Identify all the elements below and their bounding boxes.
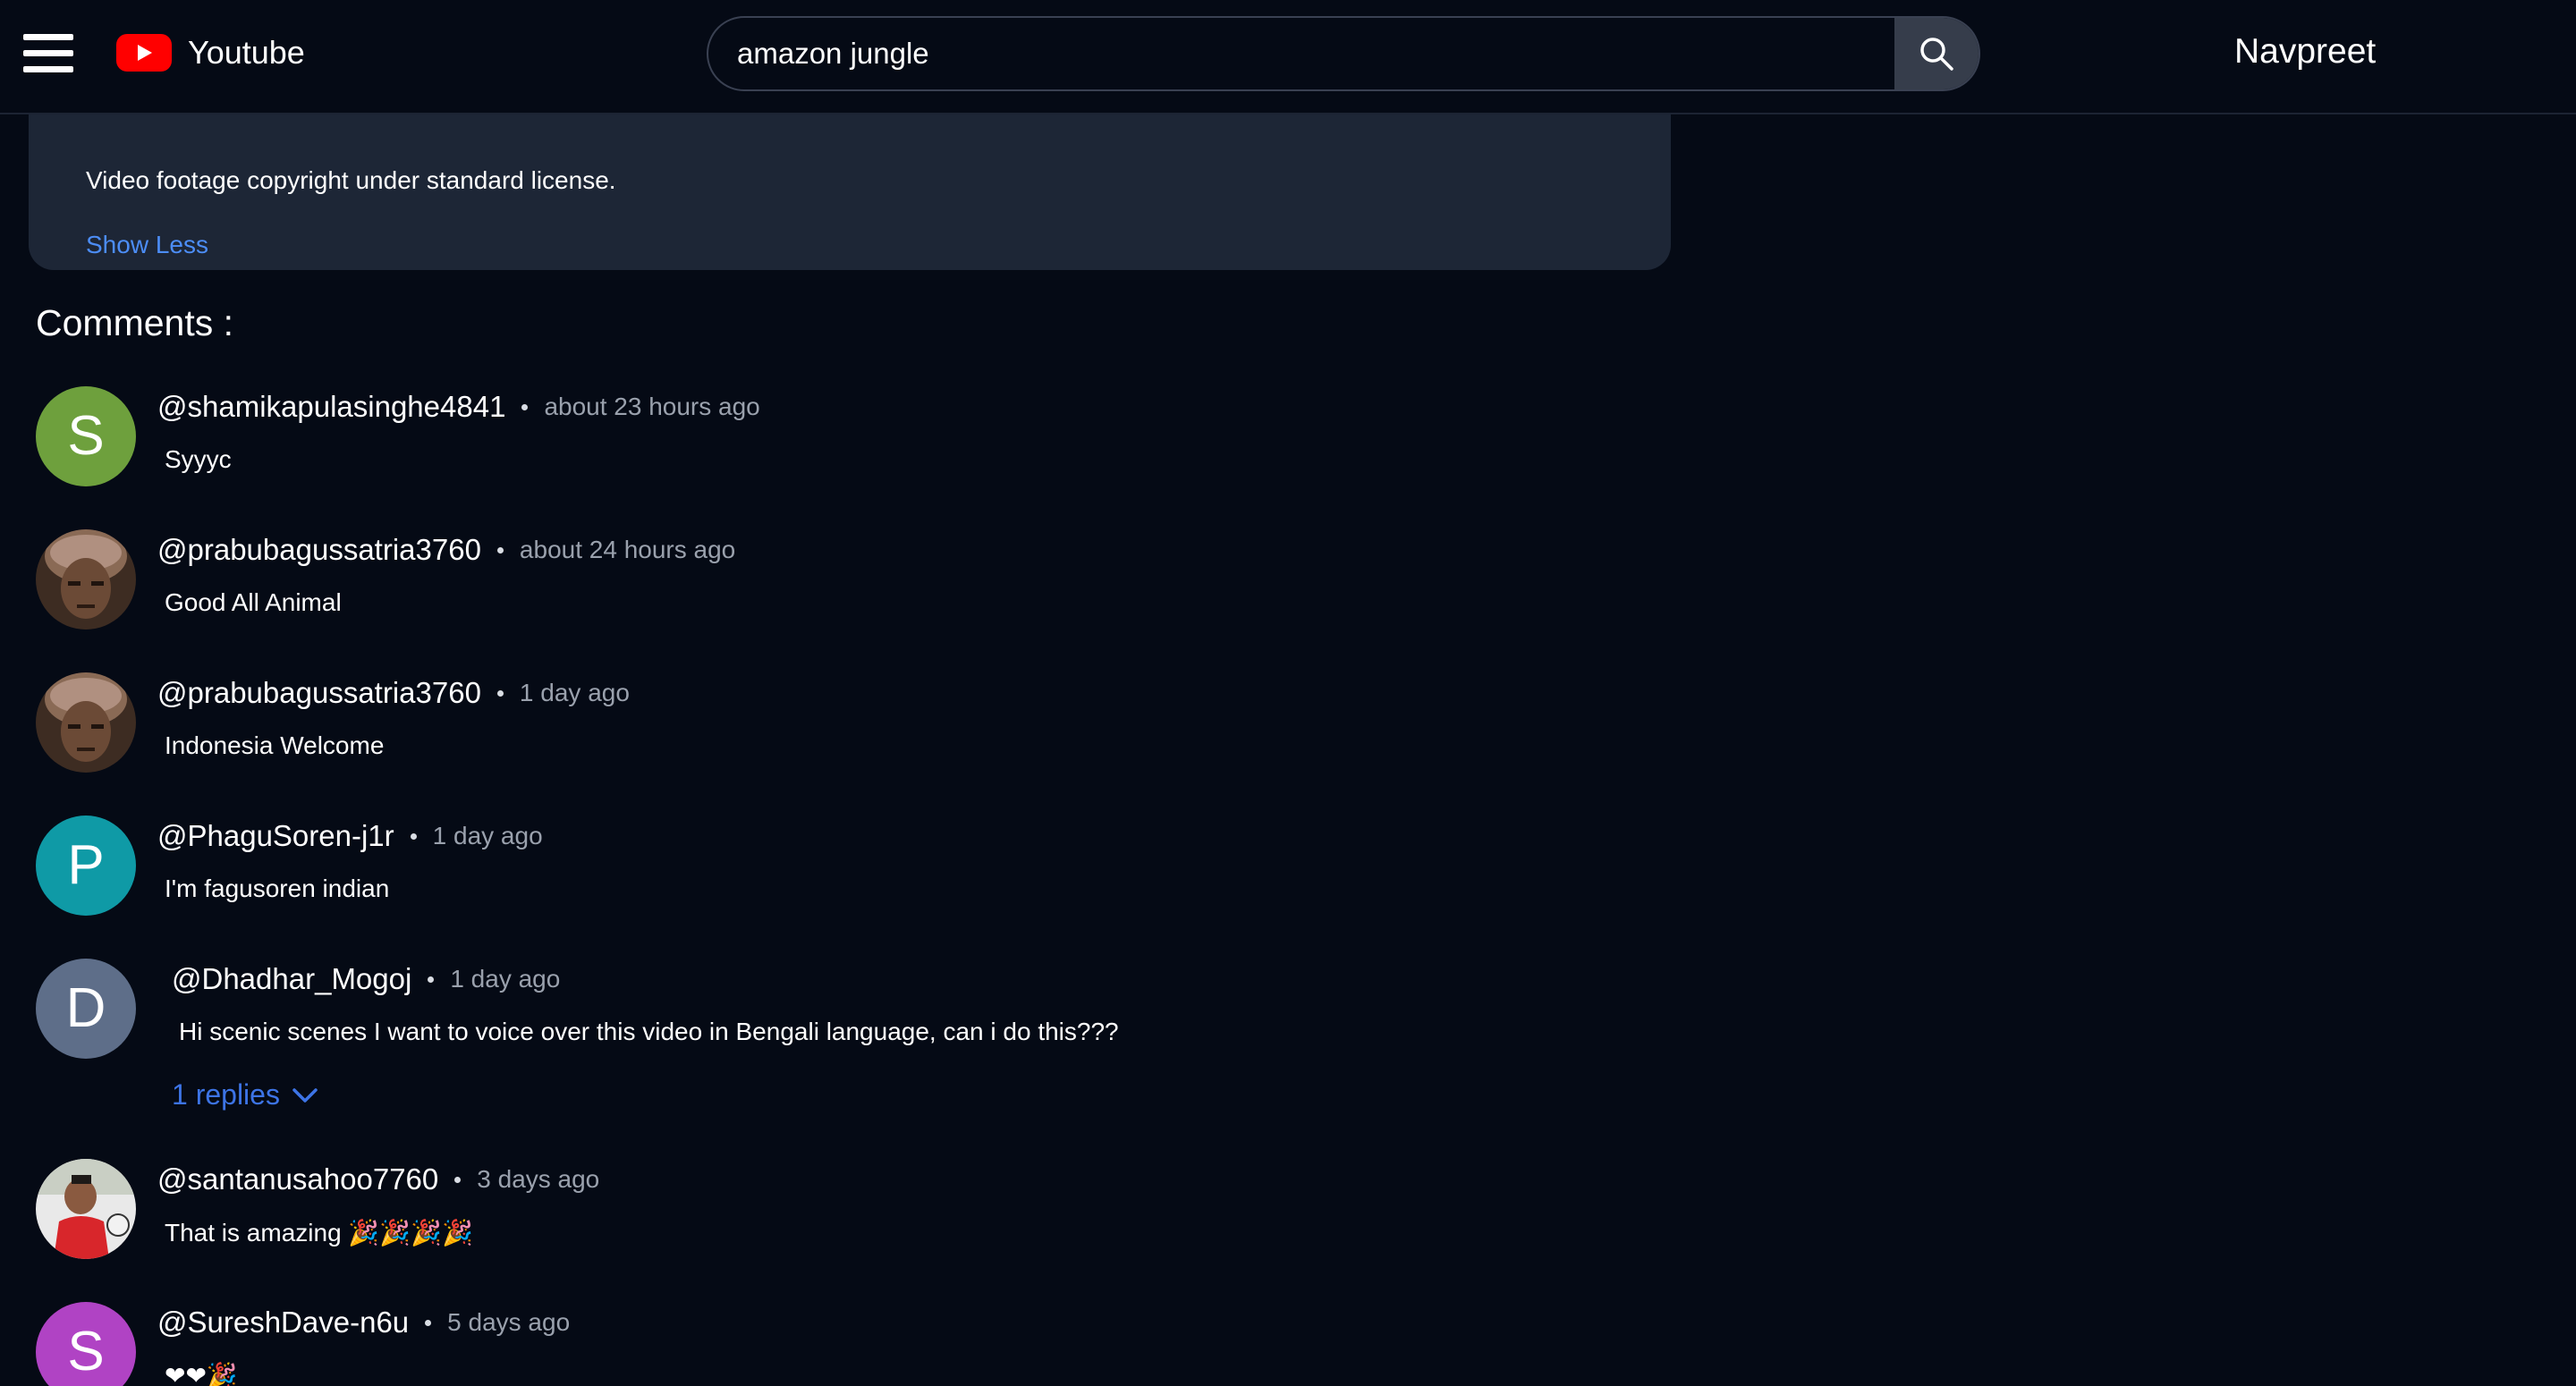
comment-username[interactable]: @SureshDave-n6u xyxy=(157,1306,409,1340)
user-photo-icon xyxy=(36,672,136,773)
comment-header: @prabubagussatria3760 about 24 hours ago xyxy=(157,533,735,567)
comment-text: Indonesia Welcome xyxy=(165,731,385,759)
comment-text: I'm fagusoren indian xyxy=(165,875,390,902)
separator-dot xyxy=(454,1176,462,1183)
comment-text: ❤❤🎉 xyxy=(165,1362,238,1386)
search-input[interactable] xyxy=(708,18,1894,89)
comment-header: @santanusahoo7760 3 days ago xyxy=(157,1162,599,1196)
description-text: Video footage copyright under standard l… xyxy=(86,166,616,194)
comment-username[interactable]: @santanusahoo7760 xyxy=(157,1162,438,1196)
search-icon xyxy=(1920,38,1953,71)
hamburger-menu-button[interactable] xyxy=(23,34,73,73)
comment-username[interactable]: @prabubagussatria3760 xyxy=(157,533,481,567)
comment-username[interactable]: @Dhadhar_Mogoj xyxy=(172,962,411,996)
comment-timestamp: 3 days ago xyxy=(477,1165,600,1193)
avatar[interactable]: P xyxy=(36,816,136,916)
search-button[interactable] xyxy=(1894,18,1979,89)
chevron-down-icon xyxy=(292,1087,318,1103)
page: Video footage copyright under standard l… xyxy=(0,0,2576,1386)
separator-dot xyxy=(496,546,504,554)
user-photo-icon xyxy=(36,1159,136,1259)
top-header: Youtube Navpreet xyxy=(0,0,2576,114)
comment-username[interactable]: @shamikapulasinghe4841 xyxy=(157,390,505,424)
logo-text: Youtube xyxy=(188,34,305,71)
comment-timestamp: 1 day ago xyxy=(432,822,543,849)
comment-timestamp: about 24 hours ago xyxy=(519,536,736,563)
avatar[interactable] xyxy=(36,529,136,630)
comment-header: @shamikapulasinghe4841 about 23 hours ag… xyxy=(157,390,760,424)
avatar[interactable]: S xyxy=(36,1302,136,1386)
comment-header: @prabubagussatria3760 1 day ago xyxy=(157,676,630,710)
comment-text: Good All Animal xyxy=(165,588,342,616)
user-photo-icon xyxy=(36,529,136,630)
comment-item: @prabubagussatria3760 1 day ago Indonesi… xyxy=(36,672,1646,773)
comment-item: @prabubagussatria3760 about 24 hours ago… xyxy=(36,529,1646,630)
comment-timestamp: 1 day ago xyxy=(519,679,630,706)
comment-item: @santanusahoo7760 3 days ago That is ama… xyxy=(36,1159,1646,1259)
comment-username[interactable]: @prabubagussatria3760 xyxy=(157,676,481,710)
avatar[interactable] xyxy=(36,672,136,773)
youtube-logo[interactable]: Youtube xyxy=(116,30,305,75)
comment-header: @PhaguSoren-j1r 1 day ago xyxy=(157,819,543,853)
replies-label: 1 replies xyxy=(172,1078,280,1111)
separator-dot xyxy=(425,1319,432,1326)
search-bar xyxy=(707,16,1980,91)
comments-title: Comments : xyxy=(36,302,233,343)
comment-item: P @PhaguSoren-j1r 1 day ago I'm fagusore… xyxy=(36,816,1646,916)
comment-username[interactable]: @PhaguSoren-j1r xyxy=(157,819,394,853)
comment-header: @Dhadhar_Mogoj 1 day ago xyxy=(172,962,560,996)
hamburger-icon xyxy=(23,34,73,40)
comment-text: Hi scenic scenes I want to voice over th… xyxy=(179,1018,1119,1045)
avatar[interactable] xyxy=(36,1159,136,1259)
comment-timestamp: 1 day ago xyxy=(450,965,561,993)
avatar[interactable]: S xyxy=(36,386,136,486)
comment-timestamp: 5 days ago xyxy=(447,1308,571,1336)
comment-timestamp: about 23 hours ago xyxy=(544,393,760,420)
separator-dot xyxy=(428,976,435,983)
avatar[interactable]: D xyxy=(36,959,136,1059)
separator-dot xyxy=(410,832,417,840)
comment-item: D @Dhadhar_Mogoj 1 day ago Hi scenic sce… xyxy=(36,959,1646,1120)
show-less-link[interactable]: Show Less xyxy=(86,231,208,259)
comment-text: That is amazing 🎉🎉🎉🎉 xyxy=(165,1219,473,1247)
comment-text: Syyyc xyxy=(165,445,232,473)
comment-item: S @SureshDave-n6u 5 days ago ❤❤🎉 xyxy=(36,1302,1646,1386)
comment-header: @SureshDave-n6u 5 days ago xyxy=(157,1306,570,1340)
comment-item: S @shamikapulasinghe4841 about 23 hours … xyxy=(36,386,1646,486)
separator-dot xyxy=(496,689,504,697)
youtube-play-icon xyxy=(116,34,172,72)
user-name[interactable]: Navpreet xyxy=(2234,32,2376,72)
separator-dot xyxy=(521,403,529,410)
view-replies-button[interactable]: 1 replies xyxy=(172,1078,318,1111)
